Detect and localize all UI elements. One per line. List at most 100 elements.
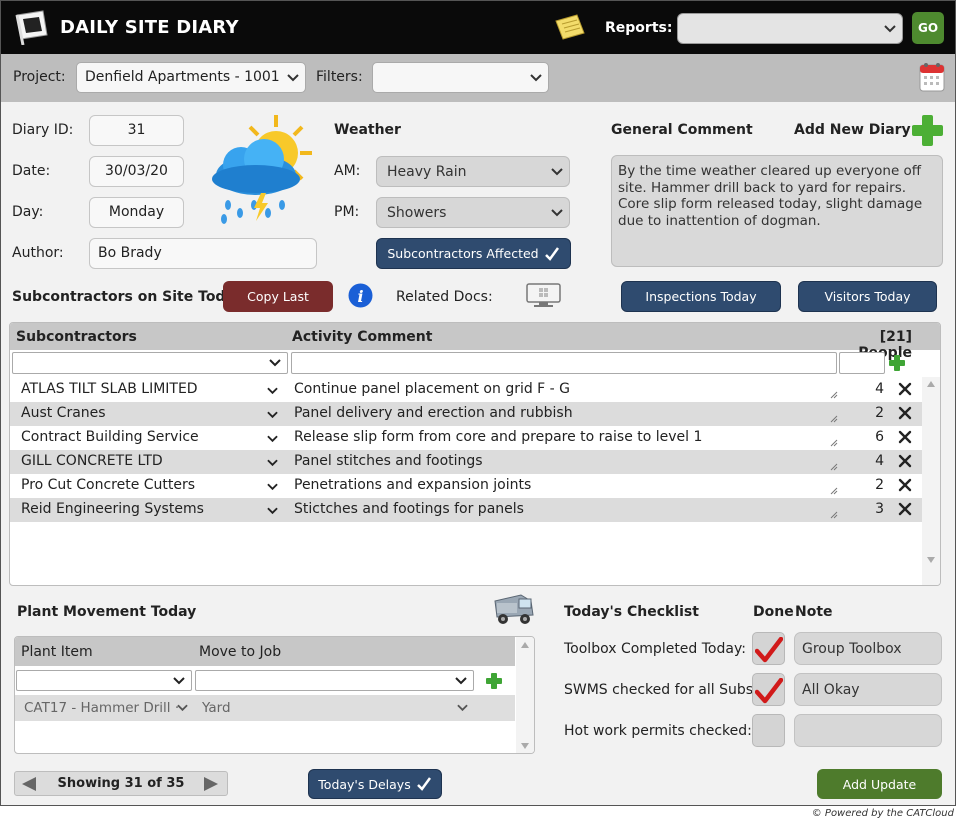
delete-x-icon[interactable] <box>898 382 912 396</box>
subcontractor-name: Contract Building Service <box>21 429 199 445</box>
am-weather-select[interactable]: Heavy Rain <box>376 156 570 187</box>
filters-select[interactable] <box>372 62 549 93</box>
resize-handle-icon[interactable] <box>830 487 838 495</box>
activity-comment[interactable]: Panel stitches and footings <box>294 453 824 469</box>
add-plant-plus-icon[interactable] <box>485 672 503 690</box>
resize-handle-icon[interactable] <box>830 415 838 423</box>
chevron-down-icon[interactable] <box>267 435 278 443</box>
pager-text: Showing 31 of 35 <box>57 776 185 791</box>
chevron-down-icon[interactable] <box>177 704 188 712</box>
delete-x-icon[interactable] <box>898 502 912 516</box>
next-arrow-icon[interactable] <box>203 777 219 791</box>
checklist-item-label: SWMS checked for all Subs: <box>564 682 758 698</box>
header-bar: DAILY SITE DIARY Reports: GO <box>1 1 955 54</box>
chevron-down-icon[interactable] <box>267 507 278 515</box>
weather-heading: Weather <box>334 122 401 138</box>
table-scrollbar[interactable] <box>922 377 940 585</box>
calendar-icon[interactable] <box>918 61 946 93</box>
hot-work-note-field[interactable] <box>794 714 942 747</box>
resize-handle-icon[interactable] <box>830 391 838 399</box>
new-people-input[interactable] <box>839 352 885 374</box>
day-field[interactable]: Monday <box>89 197 184 228</box>
pm-weather-value: Showers <box>387 205 447 221</box>
subcontractors-heading: Subcontractors on Site Today <box>12 289 244 305</box>
add-row-plus-icon[interactable] <box>888 354 906 372</box>
visitors-today-button[interactable]: Visitors Today <box>798 281 937 312</box>
chevron-down-icon[interactable] <box>267 387 278 395</box>
swms-done-checkbox[interactable] <box>752 673 785 706</box>
subcontractor-name: Aust Cranes <box>21 405 106 421</box>
activity-comment[interactable]: Stictches and footings for panels <box>294 501 824 517</box>
diary-id-field[interactable]: 31 <box>89 115 184 146</box>
chevron-down-icon[interactable] <box>267 483 278 491</box>
pm-label: PM: <box>334 204 360 220</box>
people-count[interactable]: 6 <box>858 429 884 445</box>
monitor-icon[interactable] <box>525 283 562 309</box>
toolbox-note-field[interactable]: Group Toolbox <box>794 632 942 665</box>
sticky-note-icon[interactable] <box>553 13 587 41</box>
checkmark-icon <box>544 246 559 261</box>
truck-icon <box>494 594 534 624</box>
resize-handle-icon[interactable] <box>830 463 838 471</box>
plant-row[interactable]: CAT17 - Hammer Drill · Yard <box>15 695 515 721</box>
activity-comment[interactable]: Penetrations and expansion joints <box>294 477 824 493</box>
people-count[interactable]: 4 <box>858 453 884 469</box>
add-diary-plus-icon[interactable] <box>911 114 944 147</box>
plant-scrollbar[interactable] <box>516 637 534 753</box>
col-header-subcontractors: Subcontractors <box>10 323 286 350</box>
delete-x-icon[interactable] <box>898 478 912 492</box>
resize-handle-icon[interactable] <box>830 511 838 519</box>
chevron-down-icon[interactable] <box>267 411 278 419</box>
chevron-down-icon[interactable] <box>267 459 278 467</box>
new-move-to-job-select[interactable] <box>195 670 474 691</box>
table-row[interactable]: GILL CONCRETE LTD Panel stitches and foot… <box>10 450 922 474</box>
project-select[interactable]: Denfield Apartments - 1001 <box>76 62 306 93</box>
chevron-down-icon[interactable] <box>457 704 468 712</box>
resize-handle-icon[interactable] <box>830 439 838 447</box>
copy-last-button[interactable]: Copy Last <box>223 281 333 312</box>
date-field[interactable]: 30/03/20 <box>89 156 184 187</box>
hot-work-done-checkbox[interactable] <box>752 714 785 747</box>
plant-movement-heading: Plant Movement Today <box>17 604 197 620</box>
reports-select[interactable] <box>677 13 903 44</box>
people-count[interactable]: 2 <box>858 477 884 493</box>
powered-by-text: © Powered by the CATCloud <box>811 808 954 819</box>
people-count[interactable]: 2 <box>858 405 884 421</box>
scroll-down-icon[interactable] <box>521 743 529 749</box>
activity-comment[interactable]: Continue panel placement on grid F - G <box>294 381 824 397</box>
author-field[interactable]: Bo Brady <box>89 238 317 269</box>
scroll-up-icon[interactable] <box>521 642 529 648</box>
activity-comment[interactable]: Release slip form from core and prepare … <box>294 429 824 445</box>
scroll-down-icon[interactable] <box>927 557 935 563</box>
pm-weather-select[interactable]: Showers <box>376 197 570 228</box>
people-count[interactable]: 3 <box>858 501 884 517</box>
toolbox-done-checkbox[interactable] <box>752 632 785 665</box>
general-comment-textarea[interactable]: By the time weather cleared up everyone … <box>611 155 943 267</box>
activity-comment[interactable]: Panel delivery and erection and rubbish <box>294 405 824 421</box>
table-row[interactable]: ATLAS TILT SLAB LIMITED Continue panel pl… <box>10 378 922 402</box>
delete-x-icon[interactable] <box>898 430 912 444</box>
subcontractors-affected-button[interactable]: Subcontractors Affected <box>376 238 571 269</box>
add-update-button[interactable]: Add Update <box>817 769 942 799</box>
table-row[interactable]: Contract Building Service Release slip fo… <box>10 426 922 450</box>
people-count[interactable]: 4 <box>858 381 884 397</box>
new-subcontractor-select[interactable] <box>12 352 288 374</box>
scroll-up-icon[interactable] <box>927 381 935 387</box>
info-icon[interactable]: i <box>348 283 373 308</box>
new-plant-item-select[interactable] <box>16 670 192 691</box>
col-header-people: [21] People <box>826 323 940 361</box>
table-row[interactable]: Aust Cranes Panel delivery and erection a… <box>10 402 922 426</box>
swms-note-field[interactable]: All Okay <box>794 673 942 706</box>
table-row[interactable]: Reid Engineering Systems Stictches and fo… <box>10 498 922 522</box>
subcontractor-name: Reid Engineering Systems <box>21 501 204 517</box>
todays-delays-button[interactable]: Today's Delays <box>308 769 442 799</box>
new-activity-comment-input[interactable] <box>291 352 837 374</box>
go-button[interactable]: GO <box>912 12 944 44</box>
chevron-down-icon <box>530 73 542 81</box>
diary-pager: Showing 31 of 35 <box>14 771 228 796</box>
delete-x-icon[interactable] <box>898 406 912 420</box>
table-row[interactable]: Pro Cut Concrete Cutters Penetrations and… <box>10 474 922 498</box>
delete-x-icon[interactable] <box>898 454 912 468</box>
inspections-today-button[interactable]: Inspections Today <box>621 281 781 312</box>
red-checkmark-icon <box>755 678 783 704</box>
